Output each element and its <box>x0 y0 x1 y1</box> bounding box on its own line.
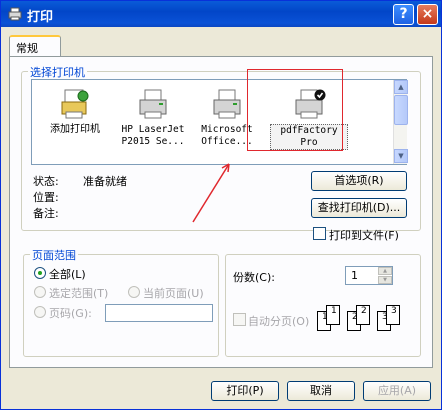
printer-item-add[interactable]: 添加打印机 <box>36 86 114 160</box>
scroll-up-arrow-icon[interactable]: ▲ <box>394 80 408 94</box>
cancel-button[interactable]: 取消 <box>287 381 355 401</box>
printer-item-hp[interactable]: HP LaserJet P2015 Se... <box>114 86 192 160</box>
preferences-button[interactable]: 首选项(R) <box>311 171 407 191</box>
tab-general[interactable]: 常规 <box>9 35 61 57</box>
print-button[interactable]: 打印(P) <box>211 381 279 401</box>
scroll-down-arrow-icon[interactable]: ▼ <box>394 149 408 163</box>
page-range-legend: 页面范围 <box>30 247 78 263</box>
printer-label-line2: P2015 Se... <box>121 136 185 147</box>
collate-checkbox[interactable] <box>233 313 246 326</box>
copies-stepper[interactable]: 1 ▲ ▼ <box>345 266 393 285</box>
printer-label-line2: Pro <box>300 137 318 148</box>
printer-label-line2: Office... <box>201 136 253 147</box>
range-current-page-radio[interactable] <box>128 286 140 298</box>
page-icon: 3 <box>386 305 400 325</box>
printer-label: 添加打印机 <box>50 124 100 135</box>
copies-value: 1 <box>351 269 358 282</box>
print-dialog: 打印 ? × 常规 选择打印机 添加打印机 HP LaserJet P2015 … <box>0 0 442 410</box>
printer-label-line1: pdfFactory <box>280 125 338 136</box>
range-current-page-label[interactable]: 当前页面(U) <box>143 285 204 301</box>
range-pages-radio[interactable] <box>34 306 46 318</box>
printer-icon <box>139 89 167 119</box>
printer-label: Microsoft Office... <box>188 124 266 148</box>
printer-select-legend: 选择打印机 <box>28 64 87 80</box>
printer-item-microsoft[interactable]: Microsoft Office... <box>188 86 266 160</box>
printer-item-pdffactory[interactable]: pdfFactory Pro <box>270 86 348 160</box>
scroll-thumb[interactable] <box>394 95 408 125</box>
printer-list-scrollbar[interactable]: ▲ ▼ <box>393 80 408 164</box>
page-icon: 2 <box>356 305 370 325</box>
status-label: 状态: <box>33 175 59 188</box>
comment-label: 备注: <box>33 207 59 220</box>
range-pages-label[interactable]: 页码(G): <box>49 305 92 321</box>
printer-icon <box>213 89 241 119</box>
location-label: 位置: <box>33 191 59 204</box>
collate-label[interactable]: 自动分页(O) <box>248 313 309 329</box>
window-title: 打印 <box>27 10 54 25</box>
printer-label: HP LaserJet P2015 Se... <box>114 124 192 148</box>
printer-label: pdfFactory Pro <box>270 124 348 150</box>
close-button[interactable]: × <box>417 4 438 25</box>
range-all-label[interactable]: 全部(L) <box>49 266 86 282</box>
default-printer-icon <box>295 89 326 119</box>
page-icon: 1 <box>326 305 340 325</box>
printer-label-line1: HP LaserJet <box>121 124 185 135</box>
add-printer-icon <box>61 89 89 119</box>
printer-icon <box>8 7 22 21</box>
print-to-file-checkbox[interactable] <box>313 227 326 240</box>
printer-list[interactable]: 添加打印机 HP LaserJet P2015 Se... Microsoft … <box>31 79 408 165</box>
range-selection-label[interactable]: 选定范围(T) <box>49 285 108 301</box>
annotation-arrow-icon <box>192 163 230 223</box>
title-bar[interactable]: 打印 ? × <box>1 1 441 27</box>
copies-label: 份数(C): <box>233 271 275 284</box>
print-to-file-label[interactable]: 打印到文件(F) <box>329 227 399 243</box>
status-value: 准备就绪 <box>83 175 127 188</box>
range-selection-radio[interactable] <box>34 286 46 298</box>
printer-label-line1: Microsoft <box>201 124 253 135</box>
find-printer-button[interactable]: 查找打印机(D)... <box>311 198 407 218</box>
spin-down-icon[interactable]: ▼ <box>378 276 392 284</box>
apply-button[interactable]: 应用(A) <box>363 381 431 401</box>
range-all-radio[interactable] <box>34 267 46 279</box>
page-range-input[interactable] <box>105 304 213 322</box>
help-button[interactable]: ? <box>393 4 414 25</box>
spin-up-icon[interactable]: ▲ <box>378 267 392 275</box>
